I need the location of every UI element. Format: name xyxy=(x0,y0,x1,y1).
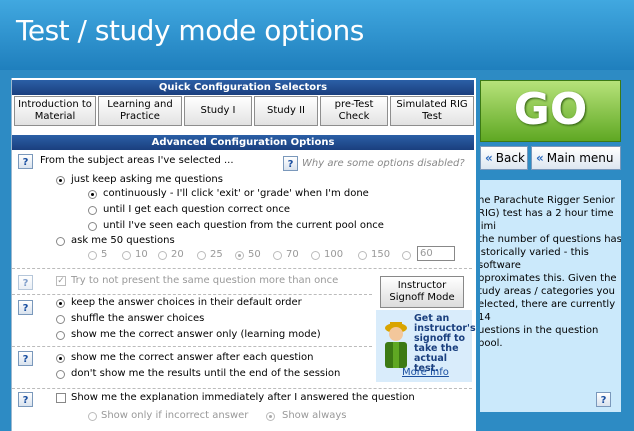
dont-show-radio[interactable] xyxy=(56,370,65,379)
count-radio-20[interactable] xyxy=(158,251,167,260)
header-bar: Test / study mode options xyxy=(0,0,634,70)
divider xyxy=(12,268,472,269)
show-correct-only-label: show me the correct answer only (learnin… xyxy=(71,329,321,340)
dont-show-label: don't show me the results until the end … xyxy=(71,368,341,379)
quick-config-header: Quick Configuration Selectors xyxy=(12,80,474,95)
continuously-label: continuously - I'll click 'exit' or 'gra… xyxy=(103,188,369,199)
count-label-10: 10 xyxy=(135,249,148,260)
back-label: Back xyxy=(495,151,525,165)
back-button[interactable]: « Back xyxy=(480,146,528,170)
info-text: he Parachute Rigger Senior RIG) test has… xyxy=(480,195,621,349)
count-radio-10[interactable] xyxy=(122,251,131,260)
not-repeat-label: Try to not present the same question mor… xyxy=(71,275,339,286)
count-label-70: 70 xyxy=(286,249,299,260)
instructor-promo-text: Get an instructor's signoff to take the … xyxy=(414,313,476,374)
count-radio-custom[interactable] xyxy=(402,251,411,260)
help-icon-info[interactable]: ? xyxy=(596,392,611,407)
explanation-always-label: Show always xyxy=(282,410,347,421)
shuffle-label: shuffle the answer choices xyxy=(71,313,205,324)
keep-order-radio[interactable] xyxy=(56,299,65,308)
preset-simulated-button[interactable]: Simulated RIG Test xyxy=(390,96,474,126)
count-label-50: 50 xyxy=(248,249,261,260)
keep-asking-radio[interactable] xyxy=(56,176,65,185)
not-repeat-checkbox[interactable]: ✓ xyxy=(56,276,66,286)
main-menu-arrow-icon: « xyxy=(536,151,544,165)
more-info-link[interactable]: More Info xyxy=(402,367,449,378)
show-after-each-label: show me the correct answer after each qu… xyxy=(71,352,314,363)
go-button[interactable]: GO xyxy=(480,80,621,142)
explanation-always-radio[interactable] xyxy=(266,412,275,421)
count-label-150: 150 xyxy=(371,249,391,260)
shuffle-radio[interactable] xyxy=(56,315,65,324)
until-seen-label: until I've seen each question from the c… xyxy=(103,220,384,231)
count-radio-5[interactable] xyxy=(88,251,97,260)
instructor-signoff-button[interactable]: Instructor Signoff Mode xyxy=(380,276,464,308)
help-icon-repeat[interactable]: ? xyxy=(18,275,33,290)
back-arrow-icon: « xyxy=(485,151,493,165)
until-correct-radio[interactable] xyxy=(88,206,97,215)
count-radio-150[interactable] xyxy=(358,251,367,260)
page-title: Test / study mode options xyxy=(16,14,364,47)
help-icon-explanation[interactable]: ? xyxy=(18,392,33,407)
explanation-incorrect-label: Show only if incorrect answer xyxy=(101,410,249,421)
preset-study1-button[interactable]: Study I xyxy=(184,96,252,126)
keep-asking-label: just keep asking me questions xyxy=(71,174,223,185)
ask-me-count-radio[interactable] xyxy=(56,237,65,246)
divider xyxy=(12,388,472,389)
keep-order-label: keep the answer choices in their default… xyxy=(71,297,302,308)
continuously-radio[interactable] xyxy=(88,190,97,199)
count-label-5: 5 xyxy=(101,249,108,260)
instructor-promo: Get an instructor's signoff to take the … xyxy=(376,310,476,382)
preset-learning-button[interactable]: Learning and Practice xyxy=(98,96,182,126)
explanation-incorrect-radio[interactable] xyxy=(88,412,97,421)
custom-count-input[interactable]: 60 xyxy=(417,246,455,261)
count-radio-100[interactable] xyxy=(311,251,320,260)
ask-me-count-label: ask me 50 questions xyxy=(71,235,175,246)
main-menu-button[interactable]: « Main menu xyxy=(531,146,621,170)
show-explanation-checkbox[interactable] xyxy=(56,393,66,403)
count-radio-50[interactable] xyxy=(235,251,244,260)
show-after-each-radio[interactable] xyxy=(56,354,65,363)
advanced-config-header: Advanced Configuration Options xyxy=(12,135,474,150)
help-icon-results[interactable]: ? xyxy=(18,351,33,366)
count-label-100: 100 xyxy=(324,249,344,260)
show-correct-only-radio[interactable] xyxy=(56,331,65,340)
until-seen-radio[interactable] xyxy=(88,222,97,231)
until-correct-label: until I get each question correct once xyxy=(103,204,291,215)
preset-pretest-button[interactable]: pre-Test Check xyxy=(320,96,388,126)
why-disabled-label: Why are some options disabled? xyxy=(302,158,465,169)
instructor-avatar-icon xyxy=(385,322,407,368)
subject-areas-label: From the subject areas I've selected ... xyxy=(40,155,234,166)
count-radio-70[interactable] xyxy=(273,251,282,260)
main-menu-label: Main menu xyxy=(546,151,614,165)
preset-study2-button[interactable]: Study II xyxy=(254,96,318,126)
count-label-20: 20 xyxy=(171,249,184,260)
info-panel: he Parachute Rigger Senior RIG) test has… xyxy=(480,180,621,412)
help-icon-disabled[interactable]: ? xyxy=(283,156,298,171)
preset-introduction-button[interactable]: Introduction to Material xyxy=(14,96,96,126)
divider xyxy=(12,346,372,347)
help-icon-answer-order[interactable]: ? xyxy=(18,300,33,315)
count-label-25: 25 xyxy=(210,249,223,260)
show-explanation-label: Show me the explanation immediately afte… xyxy=(71,392,415,403)
divider xyxy=(12,294,372,295)
help-icon-subject[interactable]: ? xyxy=(18,154,33,169)
count-radio-25[interactable] xyxy=(197,251,206,260)
